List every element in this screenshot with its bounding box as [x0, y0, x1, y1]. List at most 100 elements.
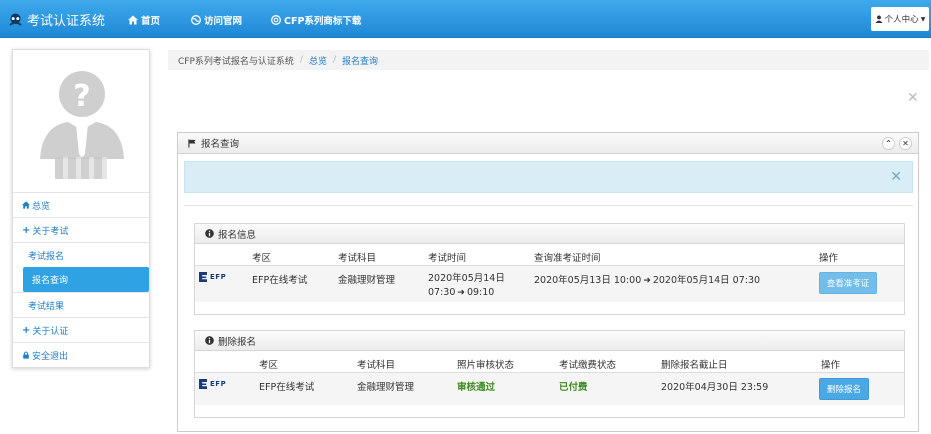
- payment-status-cell: 已付费: [559, 382, 588, 393]
- info-box-header: 报名信息: [195, 224, 904, 244]
- panel-title: 报名查询: [201, 139, 240, 150]
- breadcrumb: CFP系列考试报名与认证系统 / 总览 / 报名查询: [168, 50, 929, 70]
- nav-trademark-label: CFP系列商标下载: [284, 16, 362, 27]
- exam-end: 09:10: [466, 287, 495, 298]
- exam-time-range: 07:30 ➜ 09:10: [428, 286, 505, 300]
- delete-registration-button[interactable]: 删除报名: [819, 378, 869, 400]
- delete-box-title: 删除报名: [218, 336, 257, 348]
- info-box-title: 报名信息: [218, 229, 257, 241]
- efp-logo: EFP: [199, 272, 226, 282]
- plus-icon: +: [22, 224, 31, 236]
- nav-official-label: 访问官网: [204, 16, 243, 27]
- nav-home-label: 首页: [141, 16, 161, 27]
- flag-icon: [188, 138, 196, 148]
- sidebar-item-logout[interactable]: 安全退出: [13, 342, 149, 367]
- arrow-right-icon: ➜: [457, 288, 465, 298]
- alert-close-icon[interactable]: ✕: [890, 169, 902, 185]
- query-time-cell: 2020年05月13日 10:00 ➜ 2020年05月14日 07:30: [534, 272, 760, 286]
- delete-registration-box: 删除报名 考区 考试科目 照片审核状态 考试缴费状态 删除报名截止日 操作 EF…: [194, 330, 905, 418]
- arrow-right-icon: ➜: [643, 276, 651, 286]
- column-header: 考试时间: [428, 253, 467, 264]
- query-end: 2020年05月14日 07:30: [652, 275, 761, 286]
- sidebar-item-label: 考试结果: [28, 301, 65, 312]
- panel-close-icon[interactable]: ✕: [899, 137, 912, 150]
- info-circle-icon: [205, 336, 214, 345]
- info-alert: ✕: [184, 161, 913, 193]
- user-icon: [875, 15, 883, 23]
- sidebar-item-label: 安全退出: [32, 351, 69, 362]
- delete-deadline-cell: 2020年04月30日 23:59: [661, 382, 769, 393]
- user-center-dropdown[interactable]: 个人中心 ▼: [871, 7, 929, 31]
- exam-start: 07:30: [428, 287, 456, 298]
- sidebar-item-label: 关于考试: [32, 226, 69, 237]
- delete-box-header: 删除报名: [195, 331, 904, 351]
- column-header: 删除报名截止日: [661, 360, 728, 371]
- sidebar-item-exam-result[interactable]: 考试结果: [13, 292, 149, 317]
- sidebar-item-exam-register[interactable]: 考试报名: [13, 242, 149, 267]
- globe-icon: [191, 15, 201, 25]
- breadcrumb-separator: /: [299, 55, 303, 65]
- panel-tools: ⌃ ✕: [882, 137, 912, 150]
- table-row: EFP EFP在线考试 金融理财管理 审核通过 已付费 2020年04月30日 …: [195, 373, 904, 405]
- nav-home[interactable]: 首页: [128, 13, 160, 27]
- panel-header: 报名查询: [178, 133, 918, 154]
- close-icon[interactable]: ✕: [907, 90, 919, 106]
- breadcrumb-current[interactable]: 报名查询: [342, 54, 378, 67]
- subject-cell: 金融理财管理: [357, 382, 415, 393]
- app-brand[interactable]: 考试认证系统: [8, 10, 105, 29]
- brand-logo-icon: [9, 13, 22, 26]
- efp-logo-mark-icon: [199, 272, 207, 282]
- column-header: 操作: [819, 253, 839, 264]
- sidebar: ? 总览 + 关于考试 考试报名 报名查询 考试结果 + 关于认证 安全退出: [12, 49, 150, 368]
- breadcrumb-separator: /: [332, 55, 336, 65]
- breadcrumb-root: CFP系列考试报名与认证系统: [178, 56, 294, 67]
- column-header: 操作: [821, 360, 841, 371]
- delete-table-header: 考区 考试科目 照片审核状态 考试缴费状态 删除报名截止日 操作: [195, 351, 904, 373]
- column-header: 考区: [252, 253, 272, 264]
- registration-info-box: 报名信息 考区 考试科目 考试时间 查询准考证时间 操作 EFP EFP在线考试…: [194, 223, 905, 315]
- home-icon: [22, 201, 30, 209]
- collapse-chevron-up-icon[interactable]: ⌃: [882, 137, 895, 150]
- column-header: 考试科目: [338, 253, 377, 264]
- query-start: 2020年05月13日 10:00: [534, 275, 642, 286]
- view-admission-ticket-button[interactable]: 查看准考证: [819, 272, 877, 294]
- svg-text:?: ?: [73, 79, 90, 114]
- divider: [184, 205, 913, 206]
- home-icon: [128, 15, 138, 25]
- user-center-label: 个人中心: [884, 15, 919, 25]
- lock-icon: [23, 351, 29, 359]
- nav-trademark-download[interactable]: CFP系列商标下载: [271, 13, 361, 27]
- exam-date: 2020年05月14日: [428, 273, 505, 284]
- column-header: 考试科目: [357, 360, 396, 371]
- sidebar-menu: 总览 + 关于考试 考试报名 报名查询 考试结果 + 关于认证 安全退出: [13, 192, 149, 367]
- column-header: 考试缴费状态: [559, 360, 617, 371]
- area-cell: EFP在线考试: [259, 382, 315, 393]
- sidebar-item-about-cert[interactable]: + 关于认证: [13, 317, 149, 342]
- sidebar-item-label: 关于认证: [32, 326, 69, 337]
- photo-status-cell: 审核通过: [457, 382, 496, 393]
- sidebar-item-label: 报名查询: [32, 276, 69, 286]
- efp-logo-text: EFP: [210, 273, 227, 281]
- column-header: 照片审核状态: [457, 360, 515, 371]
- default-avatar-icon: ?: [40, 71, 124, 159]
- table-row: EFP EFP在线考试 金融理财管理 2020年05月14日 07:30 ➜ 09:…: [195, 266, 904, 302]
- subject-cell: 金融理财管理: [338, 275, 396, 286]
- breadcrumb-overview-link[interactable]: 总览: [309, 54, 327, 67]
- efp-logo: EFP: [199, 379, 226, 389]
- app-title: 考试认证系统: [27, 14, 106, 29]
- register-query-panel: 报名查询 ⌃ ✕ ✕ 报名信息 考区 考试科目 考试时间 查询准考证时间 操作 …: [177, 132, 919, 432]
- efp-logo-text: EFP: [210, 380, 227, 388]
- nav-official-site[interactable]: 访问官网: [191, 13, 242, 27]
- sidebar-item-about-exam[interactable]: + 关于考试: [13, 217, 149, 242]
- sidebar-item-overview[interactable]: 总览: [13, 192, 149, 217]
- exam-time-cell: 2020年05月14日 07:30 ➜ 09:10: [428, 272, 505, 300]
- info-circle-icon: [205, 229, 214, 238]
- efp-logo-mark-icon: [199, 379, 207, 389]
- area-cell: EFP在线考试: [252, 275, 308, 286]
- column-header: 考区: [259, 360, 279, 371]
- sidebar-item-register-query[interactable]: 报名查询: [23, 267, 149, 292]
- sidebar-item-label: 考试报名: [28, 251, 65, 262]
- sidebar-item-label: 总览: [32, 201, 51, 212]
- copyright-circle-icon: [271, 15, 281, 25]
- info-table-header: 考区 考试科目 考试时间 查询准考证时间 操作: [195, 244, 904, 266]
